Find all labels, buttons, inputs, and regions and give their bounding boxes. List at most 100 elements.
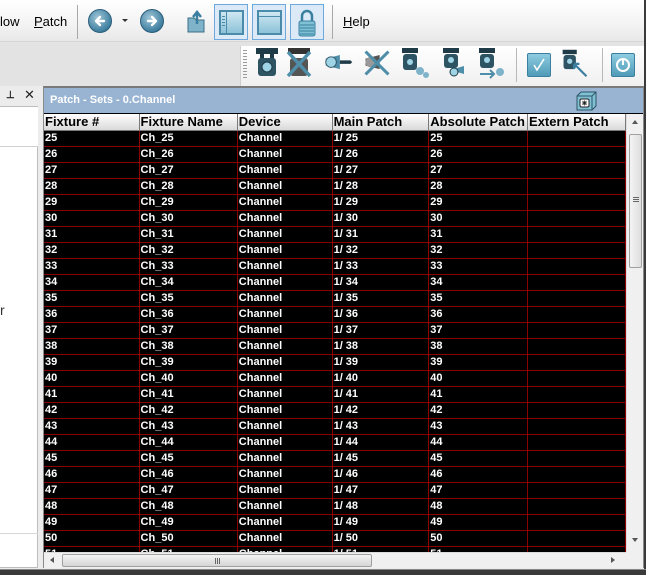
cell-fixture-name[interactable]: Ch_39	[139, 354, 238, 371]
cell-absolute-patch[interactable]: 25	[428, 130, 529, 147]
cell-fixture-number[interactable]: 48	[44, 498, 140, 515]
cell-device[interactable]: Channel	[237, 386, 333, 403]
cell-main-patch[interactable]: 1/ 40	[332, 370, 430, 387]
cell-fixture-name[interactable]: Ch_40	[139, 370, 238, 387]
cell-main-patch[interactable]: 1/ 30	[332, 210, 430, 227]
cell-absolute-patch[interactable]: 33	[428, 258, 529, 275]
menu-item-window[interactable]: low	[0, 14, 20, 29]
cell-fixture-number[interactable]: 40	[44, 370, 140, 387]
cell-main-patch[interactable]: 1/ 43	[332, 418, 430, 435]
horizontal-scroll-thumb[interactable]	[62, 554, 372, 567]
cell-absolute-patch[interactable]: 28	[428, 178, 529, 195]
delete-fixture-button[interactable]	[284, 46, 314, 80]
cell-fixture-name[interactable]: Ch_46	[139, 466, 238, 483]
cell-fixture-number[interactable]: 35	[44, 290, 140, 307]
fixture-lamp-button[interactable]	[440, 46, 470, 80]
cell-fixture-number[interactable]: 39	[44, 354, 140, 371]
cell-device[interactable]: Channel	[237, 178, 333, 195]
cell-fixture-name[interactable]: Ch_30	[139, 210, 238, 227]
cell-fixture-name[interactable]: Ch_29	[139, 194, 238, 211]
cell-device[interactable]: Channel	[237, 450, 333, 467]
column-header-extern-patch[interactable]: Extern Patch	[527, 114, 626, 131]
table-row[interactable]: 40 Ch_40 Channel 1/ 40 40	[44, 370, 626, 387]
cell-extern-patch[interactable]	[527, 482, 626, 499]
table-row[interactable]: 26 Ch_26 Channel 1/ 26 26	[44, 146, 626, 163]
cell-extern-patch[interactable]	[527, 274, 626, 291]
table-row[interactable]: 42 Ch_42 Channel 1/ 42 42	[44, 402, 626, 419]
folder-up-icon[interactable]	[186, 8, 208, 34]
cell-fixture-name[interactable]: Ch_25	[139, 130, 238, 147]
cell-absolute-patch[interactable]: 32	[428, 242, 529, 259]
cell-absolute-patch[interactable]: 46	[428, 466, 529, 483]
cell-absolute-patch[interactable]: 26	[428, 146, 529, 163]
menu-item-patch[interactable]: Patch	[34, 14, 67, 29]
cell-absolute-patch[interactable]: 47	[428, 482, 529, 499]
cell-main-patch[interactable]: 1/ 36	[332, 306, 430, 323]
cell-absolute-patch[interactable]: 29	[428, 194, 529, 211]
cell-fixture-number[interactable]: 32	[44, 242, 140, 259]
table-row[interactable]: 32 Ch_32 Channel 1/ 32 32	[44, 242, 626, 259]
cell-fixture-name[interactable]: Ch_50	[139, 530, 238, 547]
power-button[interactable]	[611, 53, 635, 77]
table-row[interactable]: 39 Ch_39 Channel 1/ 39 39	[44, 354, 626, 371]
cell-fixture-number[interactable]: 50	[44, 530, 140, 547]
cell-device[interactable]: Channel	[237, 434, 333, 451]
cell-extern-patch[interactable]	[527, 210, 626, 227]
column-header-fixture-name[interactable]: Fixture Name	[139, 114, 238, 131]
cell-main-patch[interactable]: 1/ 35	[332, 290, 430, 307]
cell-absolute-patch[interactable]: 35	[428, 290, 529, 307]
cell-fixture-number[interactable]: 47	[44, 482, 140, 499]
cell-main-patch[interactable]: 1/ 28	[332, 178, 430, 195]
column-header-device[interactable]: Device	[237, 114, 333, 131]
cell-device[interactable]: Channel	[237, 130, 333, 147]
cell-main-patch[interactable]: 1/ 45	[332, 450, 430, 467]
cell-fixture-name[interactable]: Ch_45	[139, 450, 238, 467]
vertical-scrollbar[interactable]	[626, 114, 643, 552]
cell-absolute-patch[interactable]: 40	[428, 370, 529, 387]
lock-button[interactable]	[290, 4, 324, 40]
cell-extern-patch[interactable]	[527, 306, 626, 323]
cell-absolute-patch[interactable]: 38	[428, 338, 529, 355]
cell-main-patch[interactable]: 1/ 37	[332, 322, 430, 339]
table-row[interactable]: 29 Ch_29 Channel 1/ 29 29	[44, 194, 626, 211]
cell-fixture-number[interactable]: 49	[44, 514, 140, 531]
cell-absolute-patch[interactable]: 39	[428, 354, 529, 371]
cell-fixture-name[interactable]: Ch_41	[139, 386, 238, 403]
cell-fixture-name[interactable]: Ch_48	[139, 498, 238, 515]
cell-absolute-patch[interactable]: 37	[428, 322, 529, 339]
cell-device[interactable]: Channel	[237, 162, 333, 179]
column-header-fixture-number[interactable]: Fixture #	[44, 114, 140, 131]
cell-fixture-name[interactable]: Ch_38	[139, 338, 238, 355]
cell-absolute-patch[interactable]: 48	[428, 498, 529, 515]
cell-device[interactable]: Channel	[237, 514, 333, 531]
close-icon[interactable]: ✕	[24, 87, 35, 103]
cell-absolute-patch[interactable]: 44	[428, 434, 529, 451]
cell-device[interactable]: Channel	[237, 146, 333, 163]
cell-fixture-number[interactable]: 26	[44, 146, 140, 163]
cell-extern-patch[interactable]	[527, 498, 626, 515]
cell-fixture-number[interactable]: 42	[44, 402, 140, 419]
cell-main-patch[interactable]: 1/ 41	[332, 386, 430, 403]
cell-fixture-number[interactable]: 44	[44, 434, 140, 451]
cell-main-patch[interactable]: 1/ 50	[332, 530, 430, 547]
cell-extern-patch[interactable]	[527, 450, 626, 467]
back-button[interactable]	[88, 9, 112, 33]
cell-absolute-patch[interactable]: 30	[428, 210, 529, 227]
cell-fixture-name[interactable]: Ch_31	[139, 226, 238, 243]
delete-dimmer-button[interactable]	[362, 46, 392, 80]
cell-absolute-patch[interactable]: 27	[428, 162, 529, 179]
cell-device[interactable]: Channel	[237, 290, 333, 307]
cell-device[interactable]: Channel	[237, 226, 333, 243]
pin-icon[interactable]: ⊥	[6, 90, 15, 101]
cell-extern-patch[interactable]	[527, 290, 626, 307]
cell-device[interactable]: Channel	[237, 482, 333, 499]
table-row[interactable]: 25 Ch_25 Channel 1/ 25 25	[44, 130, 626, 147]
cell-device[interactable]: Channel	[237, 402, 333, 419]
cell-fixture-name[interactable]: Ch_27	[139, 162, 238, 179]
scroll-right-arrow-icon[interactable]	[611, 557, 615, 563]
cell-device[interactable]: Channel	[237, 338, 333, 355]
cell-fixture-name[interactable]: Ch_34	[139, 274, 238, 291]
window-layout-button[interactable]	[252, 4, 286, 40]
cell-extern-patch[interactable]	[527, 530, 626, 547]
cell-extern-patch[interactable]	[527, 258, 626, 275]
